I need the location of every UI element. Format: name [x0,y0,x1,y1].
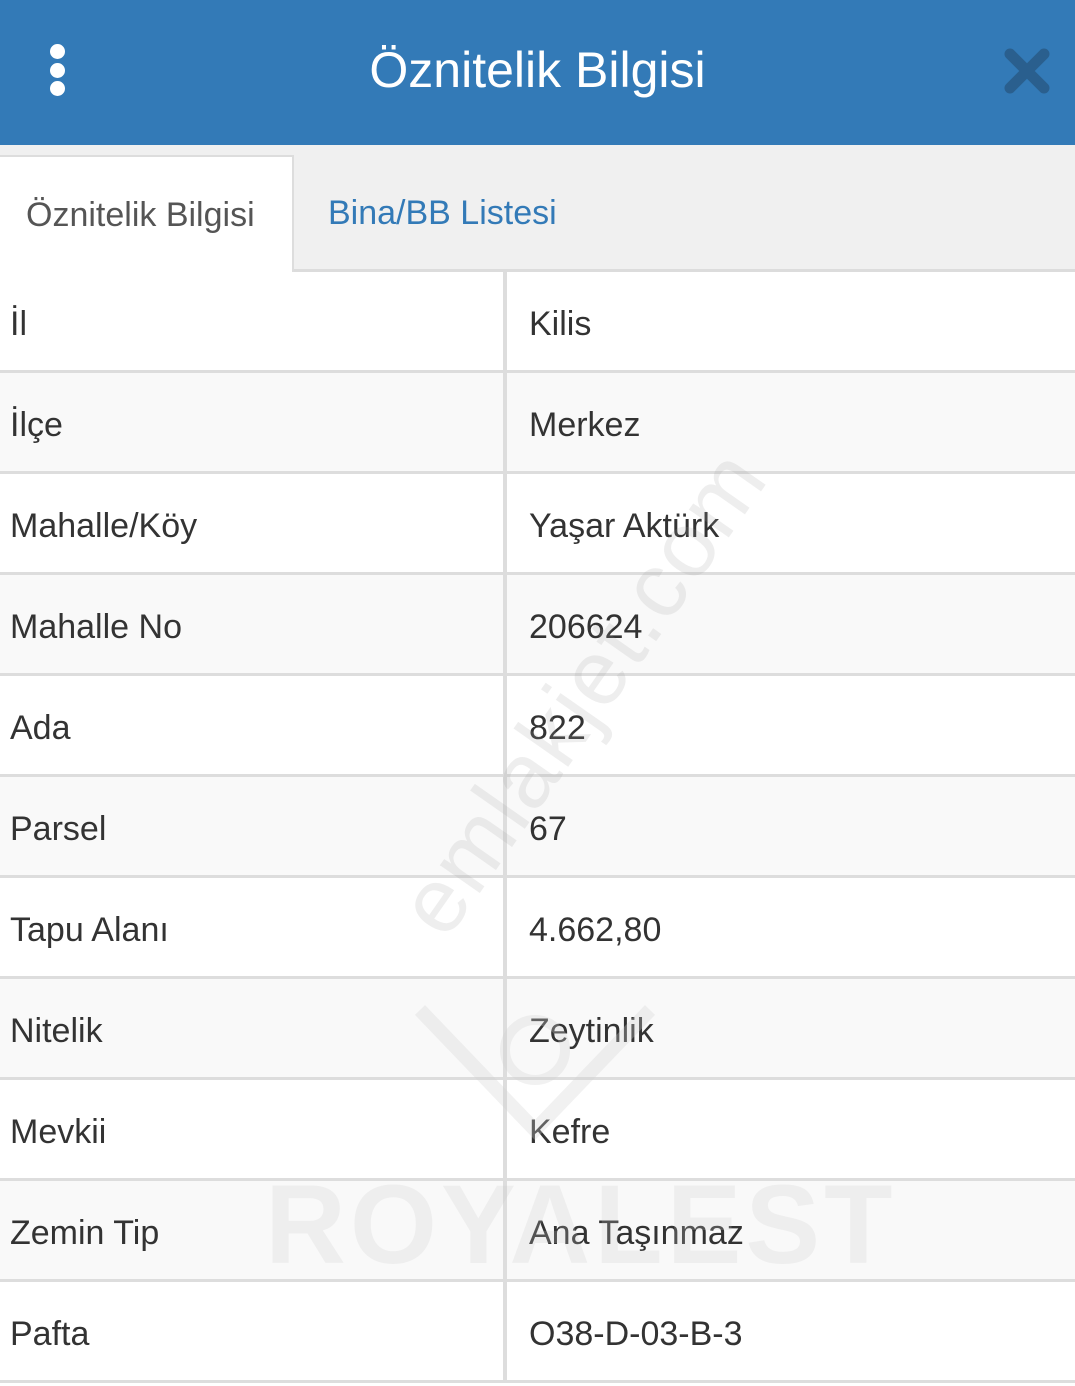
table-row: Tapu Alanı 4.662,80 [0,878,1075,979]
attribute-table: İl Kilis İlçe Merkez Mahalle/Köy Yaşar Aktürk… [0,272,1075,1383]
table-row: Parsel 67 [0,777,1075,878]
close-icon[interactable] [1004,48,1050,94]
table-row: İlçe Merkez [0,373,1075,474]
row-value: 67 [529,810,567,848]
row-value: 4.662,80 [529,911,662,949]
row-label: İlçe [10,406,63,444]
row-value: 822 [529,709,586,747]
row-label: Pafta [10,1315,90,1353]
row-value: Merkez [529,406,641,444]
table-row: Ada 822 [0,676,1075,777]
row-label: Parsel [10,810,107,848]
tab-bar: Öznitelik Bilgisi Bina/BB Listesi [0,145,1075,273]
row-label: İl [10,305,27,343]
row-label: Nitelik [10,1012,103,1050]
row-value: 206624 [529,608,643,646]
row-value: Zeytinlik [529,1012,654,1050]
table-row: İl Kilis [0,272,1075,373]
table-row: Mahalle No 206624 [0,575,1075,676]
row-label: Ada [10,709,71,747]
row-value: Kefre [529,1113,611,1151]
tab-oznitelik-bilgisi[interactable]: Öznitelik Bilgisi [0,155,294,273]
column-divider [503,272,507,1381]
row-value: Yaşar Aktürk [529,507,720,545]
row-label: Tapu Alanı [10,911,169,949]
tab-bina-bb-listesi[interactable]: Bina/BB Listesi [328,155,557,272]
table-row: Mevkii Kefre [0,1080,1075,1181]
row-value: O38-D-03-B-3 [529,1315,743,1353]
app-header: Öznitelik Bilgisi [0,0,1075,145]
header-title: Öznitelik Bilgisi [369,42,706,98]
row-label: Mahalle No [10,608,182,646]
row-label: Zemin Tip [10,1214,160,1252]
table-row: Pafta O38-D-03-B-3 [0,1282,1075,1383]
table-row: Mahalle/Köy Yaşar Aktürk [0,474,1075,575]
row-label: Mahalle/Köy [10,507,198,545]
row-value: Kilis [529,305,592,343]
row-label: Mevkii [10,1113,107,1151]
row-value: Ana Taşınmaz [529,1214,744,1252]
table-row: Zemin Tip Ana Taşınmaz [0,1181,1075,1282]
table-row: Nitelik Zeytinlik [0,979,1075,1080]
